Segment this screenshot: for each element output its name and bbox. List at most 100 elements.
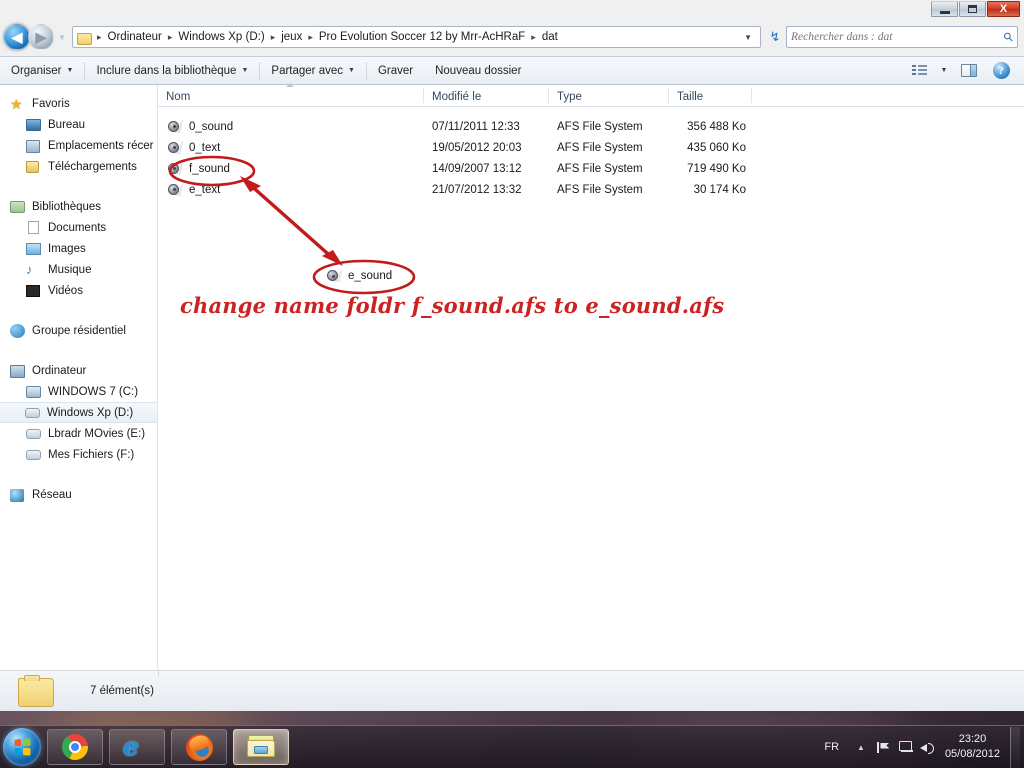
breadcrumb-item-ordinateur[interactable]: Ordinateur xyxy=(106,30,164,44)
breadcrumb-item-windows-xp[interactable]: Windows Xp (D:) xyxy=(176,30,266,44)
sidebar-item-telechargements[interactable]: Téléchargements xyxy=(0,156,157,177)
sidebar-item-images[interactable]: Images xyxy=(0,238,157,259)
toolbar-label: Graver xyxy=(377,64,414,77)
sidebar-item-ordinateur[interactable]: Ordinateur xyxy=(0,360,157,381)
nav-group-groupe-residentiel: Groupe résidentiel xyxy=(0,320,157,341)
internet-explorer-icon: e xyxy=(123,732,139,761)
refresh-button[interactable]: ↯ xyxy=(764,26,786,48)
preview-pane-button[interactable] xyxy=(954,59,984,83)
sidebar-item-lbradr-movies-e[interactable]: Lbradr MOvies (E:) xyxy=(0,423,157,444)
nav-group-reseau: Réseau xyxy=(0,484,157,505)
back-button[interactable]: ◀ xyxy=(4,24,30,50)
sidebar-item-label: Documents xyxy=(48,221,107,234)
column-header-modifie-le[interactable]: Modifié le xyxy=(424,84,549,106)
sidebar-item-label: Images xyxy=(48,242,86,255)
sidebar-item-label: Emplacements récer xyxy=(48,139,154,152)
cell-type: AFS File System xyxy=(557,141,643,154)
cell-size: 435 060 Ko xyxy=(687,141,746,154)
back-arrow-icon: ◀ xyxy=(11,28,23,45)
close-button[interactable]: X xyxy=(987,1,1020,17)
file-list-pane[interactable]: Nom Modifié le Type Taille 0_sound 07/11… xyxy=(158,83,1024,670)
sidebar-item-videos[interactable]: Vidéos xyxy=(0,280,157,301)
maximize-button[interactable] xyxy=(959,1,986,17)
file-explorer-icon xyxy=(247,735,275,759)
help-button[interactable]: ? xyxy=(986,59,1016,83)
table-row[interactable]: 0_sound 07/11/2011 12:33 AFS File System… xyxy=(158,116,1024,137)
sidebar-item-windows-7-c[interactable]: WINDOWS 7 (C:) xyxy=(0,381,157,402)
language-indicator[interactable]: FR xyxy=(814,741,849,753)
search-input[interactable] xyxy=(791,31,1005,43)
forward-button[interactable]: ▶ xyxy=(28,24,54,50)
sidebar-item-musique[interactable]: ♪ Musique xyxy=(0,259,157,280)
volume-icon[interactable] xyxy=(917,736,939,758)
table-row[interactable]: f_sound 14/09/2007 13:12 AFS File System… xyxy=(158,158,1024,179)
recent-places-icon xyxy=(26,138,42,154)
explorer-window: X ◀ ▶ ▼ ▸ Ordinateur ▸ Windows Xp (D:) ▸… xyxy=(0,0,1024,711)
breadcrumb[interactable]: ▸ Ordinateur ▸ Windows Xp (D:) ▸ jeux ▸ … xyxy=(72,26,761,48)
toolbar-inclure-bibliotheque[interactable]: Inclure dans la bibliothèque ▼ xyxy=(85,57,259,85)
taskbar-button-explorer[interactable] xyxy=(233,729,289,765)
firefox-icon xyxy=(185,733,213,761)
afs-file-icon xyxy=(168,182,184,197)
breadcrumb-item-dat[interactable]: dat xyxy=(540,30,560,44)
view-dropdown-button[interactable]: ▼ xyxy=(936,59,952,83)
clock-date: 05/08/2012 xyxy=(944,748,1000,760)
toolbar-graver[interactable]: Graver xyxy=(367,57,424,85)
homegroup-icon xyxy=(10,323,26,339)
toolbar-organiser[interactable]: Organiser ▼ xyxy=(0,57,84,85)
sidebar-item-mes-fichiers-f[interactable]: Mes Fichiers (F:) xyxy=(0,444,157,465)
star-icon: ★ xyxy=(10,95,23,112)
sidebar-item-documents[interactable]: Documents xyxy=(0,217,157,238)
sidebar-item-reseau[interactable]: Réseau xyxy=(0,484,157,505)
table-row[interactable]: e_text 21/07/2012 13:32 AFS File System … xyxy=(158,179,1024,200)
desktop-icon xyxy=(26,117,42,133)
toolbar-partager-avec[interactable]: Partager avec ▼ xyxy=(260,57,366,85)
breadcrumb-item-game[interactable]: Pro Evolution Soccer 12 by Mrr-AcHRaF xyxy=(317,30,527,44)
clock[interactable]: 23:20 05/08/2012 xyxy=(939,732,1010,762)
nav-group-favoris: ★ Favoris Bureau Emplacements récer Télé… xyxy=(0,93,157,177)
minimize-button[interactable] xyxy=(931,1,958,17)
flag-icon[interactable] xyxy=(873,736,895,758)
sidebar-item-emplacements-recents[interactable]: Emplacements récer xyxy=(0,135,157,156)
column-header-type[interactable]: Type xyxy=(549,84,669,106)
sidebar-item-label: Favoris xyxy=(32,97,70,110)
toolbar-nouveau-dossier[interactable]: Nouveau dossier xyxy=(424,57,532,85)
sidebar-item-windows-xp-d[interactable]: Windows Xp (D:) xyxy=(0,402,157,423)
sidebar-item-favoris[interactable]: ★ Favoris xyxy=(0,93,157,114)
history-dropdown-button[interactable]: ▼ xyxy=(55,33,69,42)
network-icon[interactable] xyxy=(895,736,917,758)
show-desktop-button[interactable] xyxy=(1010,726,1020,768)
taskbar-button-chrome[interactable] xyxy=(47,729,103,765)
chevron-down-icon: ▼ xyxy=(66,67,74,74)
column-header-taille[interactable]: Taille xyxy=(669,84,752,106)
sidebar-item-groupe-residentiel[interactable]: Groupe résidentiel xyxy=(0,320,157,341)
start-button[interactable] xyxy=(3,728,41,766)
taskbar-button-firefox[interactable] xyxy=(171,729,227,765)
search-box[interactable]: ⚲ xyxy=(786,26,1018,48)
view-options-icon xyxy=(911,64,927,77)
sidebar-item-bureau[interactable]: Bureau xyxy=(0,114,157,135)
column-header-label: Taille xyxy=(677,91,704,103)
file-name: f_sound xyxy=(189,162,230,175)
cell-modified: 07/11/2011 12:33 xyxy=(432,120,520,133)
table-row[interactable]: 0_text 19/05/2012 20:03 AFS File System … xyxy=(158,137,1024,158)
toolbar-label: Organiser xyxy=(11,64,62,77)
sidebar-item-label: Musique xyxy=(48,263,92,276)
breadcrumb-dropdown-icon[interactable]: ▼ xyxy=(738,33,758,42)
cell-type: AFS File System xyxy=(557,183,643,196)
taskbar-button-internet-explorer[interactable]: e xyxy=(109,729,165,765)
navigation-pane[interactable]: ★ Favoris Bureau Emplacements récer Télé… xyxy=(0,85,158,670)
toolbar-label: Nouveau dossier xyxy=(435,64,522,77)
toolbar-label: Partager avec xyxy=(271,64,344,77)
column-header-nom[interactable]: Nom xyxy=(158,83,424,106)
sidebar-item-bibliotheques[interactable]: Bibliothèques xyxy=(0,196,157,217)
breadcrumb-item-jeux[interactable]: jeux xyxy=(279,30,304,44)
change-view-button[interactable] xyxy=(904,59,934,83)
afs-file-icon xyxy=(168,119,184,134)
chevron-up-icon[interactable]: ▲ xyxy=(849,743,873,752)
cell-name: e_text xyxy=(158,182,424,197)
command-toolbar: Organiser ▼ Inclure dans la bibliothèque… xyxy=(0,56,1024,85)
cell-type: AFS File System xyxy=(557,120,643,133)
